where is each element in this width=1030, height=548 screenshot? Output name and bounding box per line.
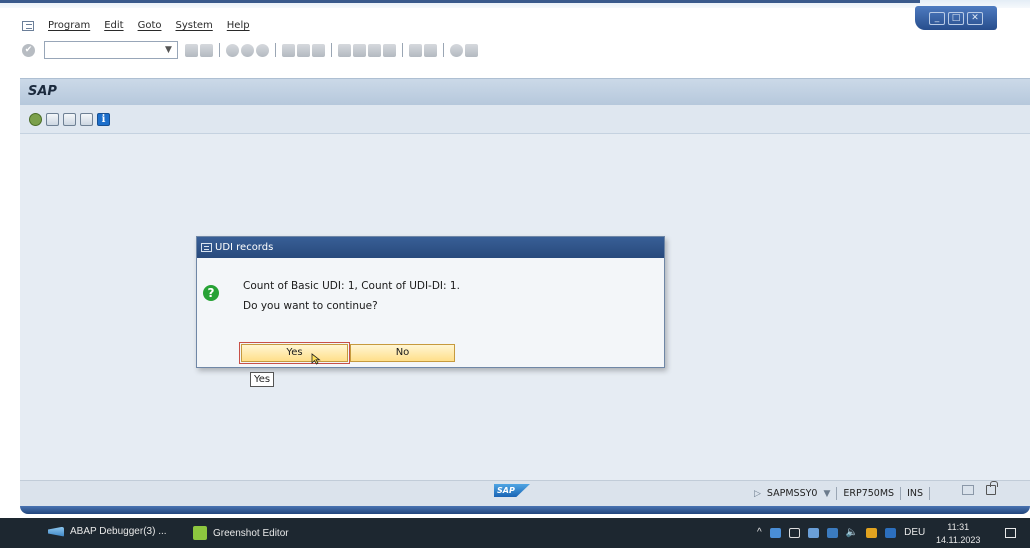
udi-records-dialog: UDI records ? Count of Basic UDI: 1, Cou… bbox=[196, 236, 665, 368]
find-next-icon[interactable] bbox=[311, 43, 325, 57]
yes-button[interactable]: Yes bbox=[239, 342, 350, 364]
status-system: ERP750MS bbox=[843, 488, 895, 499]
status-separator bbox=[900, 487, 902, 500]
greenshot-icon bbox=[193, 526, 207, 540]
page-title: SAP bbox=[28, 84, 57, 99]
mouse-cursor-icon bbox=[311, 353, 321, 365]
notification-icon[interactable] bbox=[1005, 528, 1016, 538]
status-separator bbox=[836, 487, 838, 500]
menu-help[interactable]: Help bbox=[227, 20, 250, 31]
network-drive-icon[interactable] bbox=[769, 527, 781, 538]
sap-gui-icon bbox=[48, 526, 64, 537]
system-toolbar: ✔ ▼ bbox=[22, 41, 478, 59]
info-icon[interactable]: i bbox=[97, 112, 110, 126]
windows-taskbar: ABAP Debugger(3) ... Greenshot Editor ^ … bbox=[0, 518, 1030, 548]
lock-icon[interactable] bbox=[986, 481, 998, 495]
taskbar-item-label: Greenshot Editor bbox=[213, 527, 289, 539]
database-icon[interactable] bbox=[866, 527, 878, 538]
toolbar-separator bbox=[274, 43, 276, 57]
exit-icon[interactable] bbox=[240, 43, 254, 57]
toolbar-separator bbox=[401, 43, 403, 57]
sap-logon-icon[interactable] bbox=[807, 527, 819, 538]
back-history-icon[interactable] bbox=[184, 43, 198, 57]
display-icon[interactable] bbox=[63, 112, 76, 126]
yes-tooltip: Yes bbox=[250, 372, 275, 387]
dialog-menu-icon[interactable] bbox=[201, 243, 212, 252]
status-dropdown-icon[interactable]: ▼ bbox=[823, 489, 830, 499]
window-controls: _ □ ✕ bbox=[915, 6, 997, 30]
menu-system[interactable]: System bbox=[175, 20, 212, 31]
new-session-icon[interactable] bbox=[408, 43, 422, 57]
customize-layout-icon[interactable] bbox=[464, 43, 478, 57]
cancel-icon[interactable] bbox=[255, 43, 269, 57]
toolbar-icon-group bbox=[184, 43, 478, 57]
taskbar-clock[interactable]: 11:31 14.11.2023 bbox=[936, 521, 980, 547]
clock-time: 11:31 bbox=[947, 522, 970, 532]
status-mode[interactable]: INS bbox=[907, 488, 923, 499]
first-page-icon[interactable] bbox=[337, 43, 351, 57]
back-icon[interactable] bbox=[225, 43, 239, 57]
command-dropdown-icon[interactable]: ▼ bbox=[165, 45, 172, 55]
taskbar-item-abap-debugger[interactable]: ABAP Debugger(3) ... bbox=[48, 526, 167, 537]
menu-bar: Program Edit Goto System Help bbox=[22, 20, 250, 31]
application-toolbar: i bbox=[20, 105, 1030, 134]
next-page-icon[interactable] bbox=[367, 43, 381, 57]
title-bar: SAP bbox=[20, 78, 1030, 105]
system-menu-icon[interactable] bbox=[22, 20, 34, 31]
dialog-title-bar: UDI records bbox=[197, 237, 664, 258]
enter-icon[interactable]: ✔ bbox=[22, 43, 35, 57]
screen: _ □ ✕ Program Edit Goto System Help ✔ ▼ bbox=[0, 0, 1030, 548]
outlook-icon[interactable] bbox=[885, 527, 897, 538]
create-icon[interactable] bbox=[46, 112, 59, 126]
menu-program[interactable]: Program bbox=[48, 20, 90, 31]
save-icon[interactable] bbox=[199, 43, 213, 57]
dialog-message-line1: Count of Basic UDI: 1, Count of UDI-DI: … bbox=[243, 280, 460, 292]
display-icon[interactable] bbox=[788, 527, 800, 538]
status-program: SAPMSSY0 bbox=[766, 488, 818, 499]
toolbar-separator bbox=[218, 43, 220, 57]
toolbar-separator bbox=[330, 43, 332, 57]
shortcut-icon[interactable] bbox=[423, 43, 437, 57]
command-field[interactable] bbox=[44, 41, 178, 59]
close-button[interactable]: ✕ bbox=[967, 11, 983, 25]
tray-chevron-icon[interactable]: ^ bbox=[757, 527, 762, 538]
clock-date: 14.11.2023 bbox=[936, 535, 981, 545]
maximize-button[interactable]: □ bbox=[948, 11, 964, 25]
status-expand-icon[interactable]: ▷ bbox=[754, 489, 761, 499]
taskbar-item-greenshot[interactable]: Greenshot Editor bbox=[193, 526, 289, 540]
last-page-icon[interactable] bbox=[382, 43, 396, 57]
taskbar-item-label: ABAP Debugger(3) ... bbox=[70, 526, 167, 537]
toolbar-separator bbox=[442, 43, 444, 57]
language-indicator[interactable]: DEU bbox=[904, 527, 925, 538]
execute-icon[interactable] bbox=[29, 112, 42, 126]
window-frame-accent bbox=[0, 0, 920, 3]
print-icon[interactable] bbox=[281, 43, 295, 57]
dialog-message-line2: Do you want to continue? bbox=[243, 300, 378, 312]
previous-page-icon[interactable] bbox=[352, 43, 366, 57]
question-icon: ? bbox=[203, 285, 219, 301]
dialog-title: UDI records bbox=[215, 242, 274, 253]
window-frame-bottom bbox=[20, 506, 1030, 514]
help-icon[interactable] bbox=[449, 43, 463, 57]
connection-icon[interactable] bbox=[962, 485, 974, 495]
find-icon[interactable] bbox=[296, 43, 310, 57]
wifi-icon[interactable] bbox=[826, 527, 838, 538]
menu-goto[interactable]: Goto bbox=[138, 20, 162, 31]
no-button[interactable]: No bbox=[350, 344, 455, 362]
volume-icon[interactable]: 🔈 bbox=[846, 527, 858, 538]
status-separator bbox=[929, 487, 931, 500]
minimize-button[interactable]: _ bbox=[929, 11, 945, 25]
system-tray: ^ 🔈 DEU bbox=[757, 527, 925, 538]
menu-edit[interactable]: Edit bbox=[104, 20, 123, 31]
list-icon[interactable] bbox=[80, 112, 93, 126]
status-info: ▷ SAPMSSY0 ▼ ERP750MS INS bbox=[754, 487, 931, 500]
